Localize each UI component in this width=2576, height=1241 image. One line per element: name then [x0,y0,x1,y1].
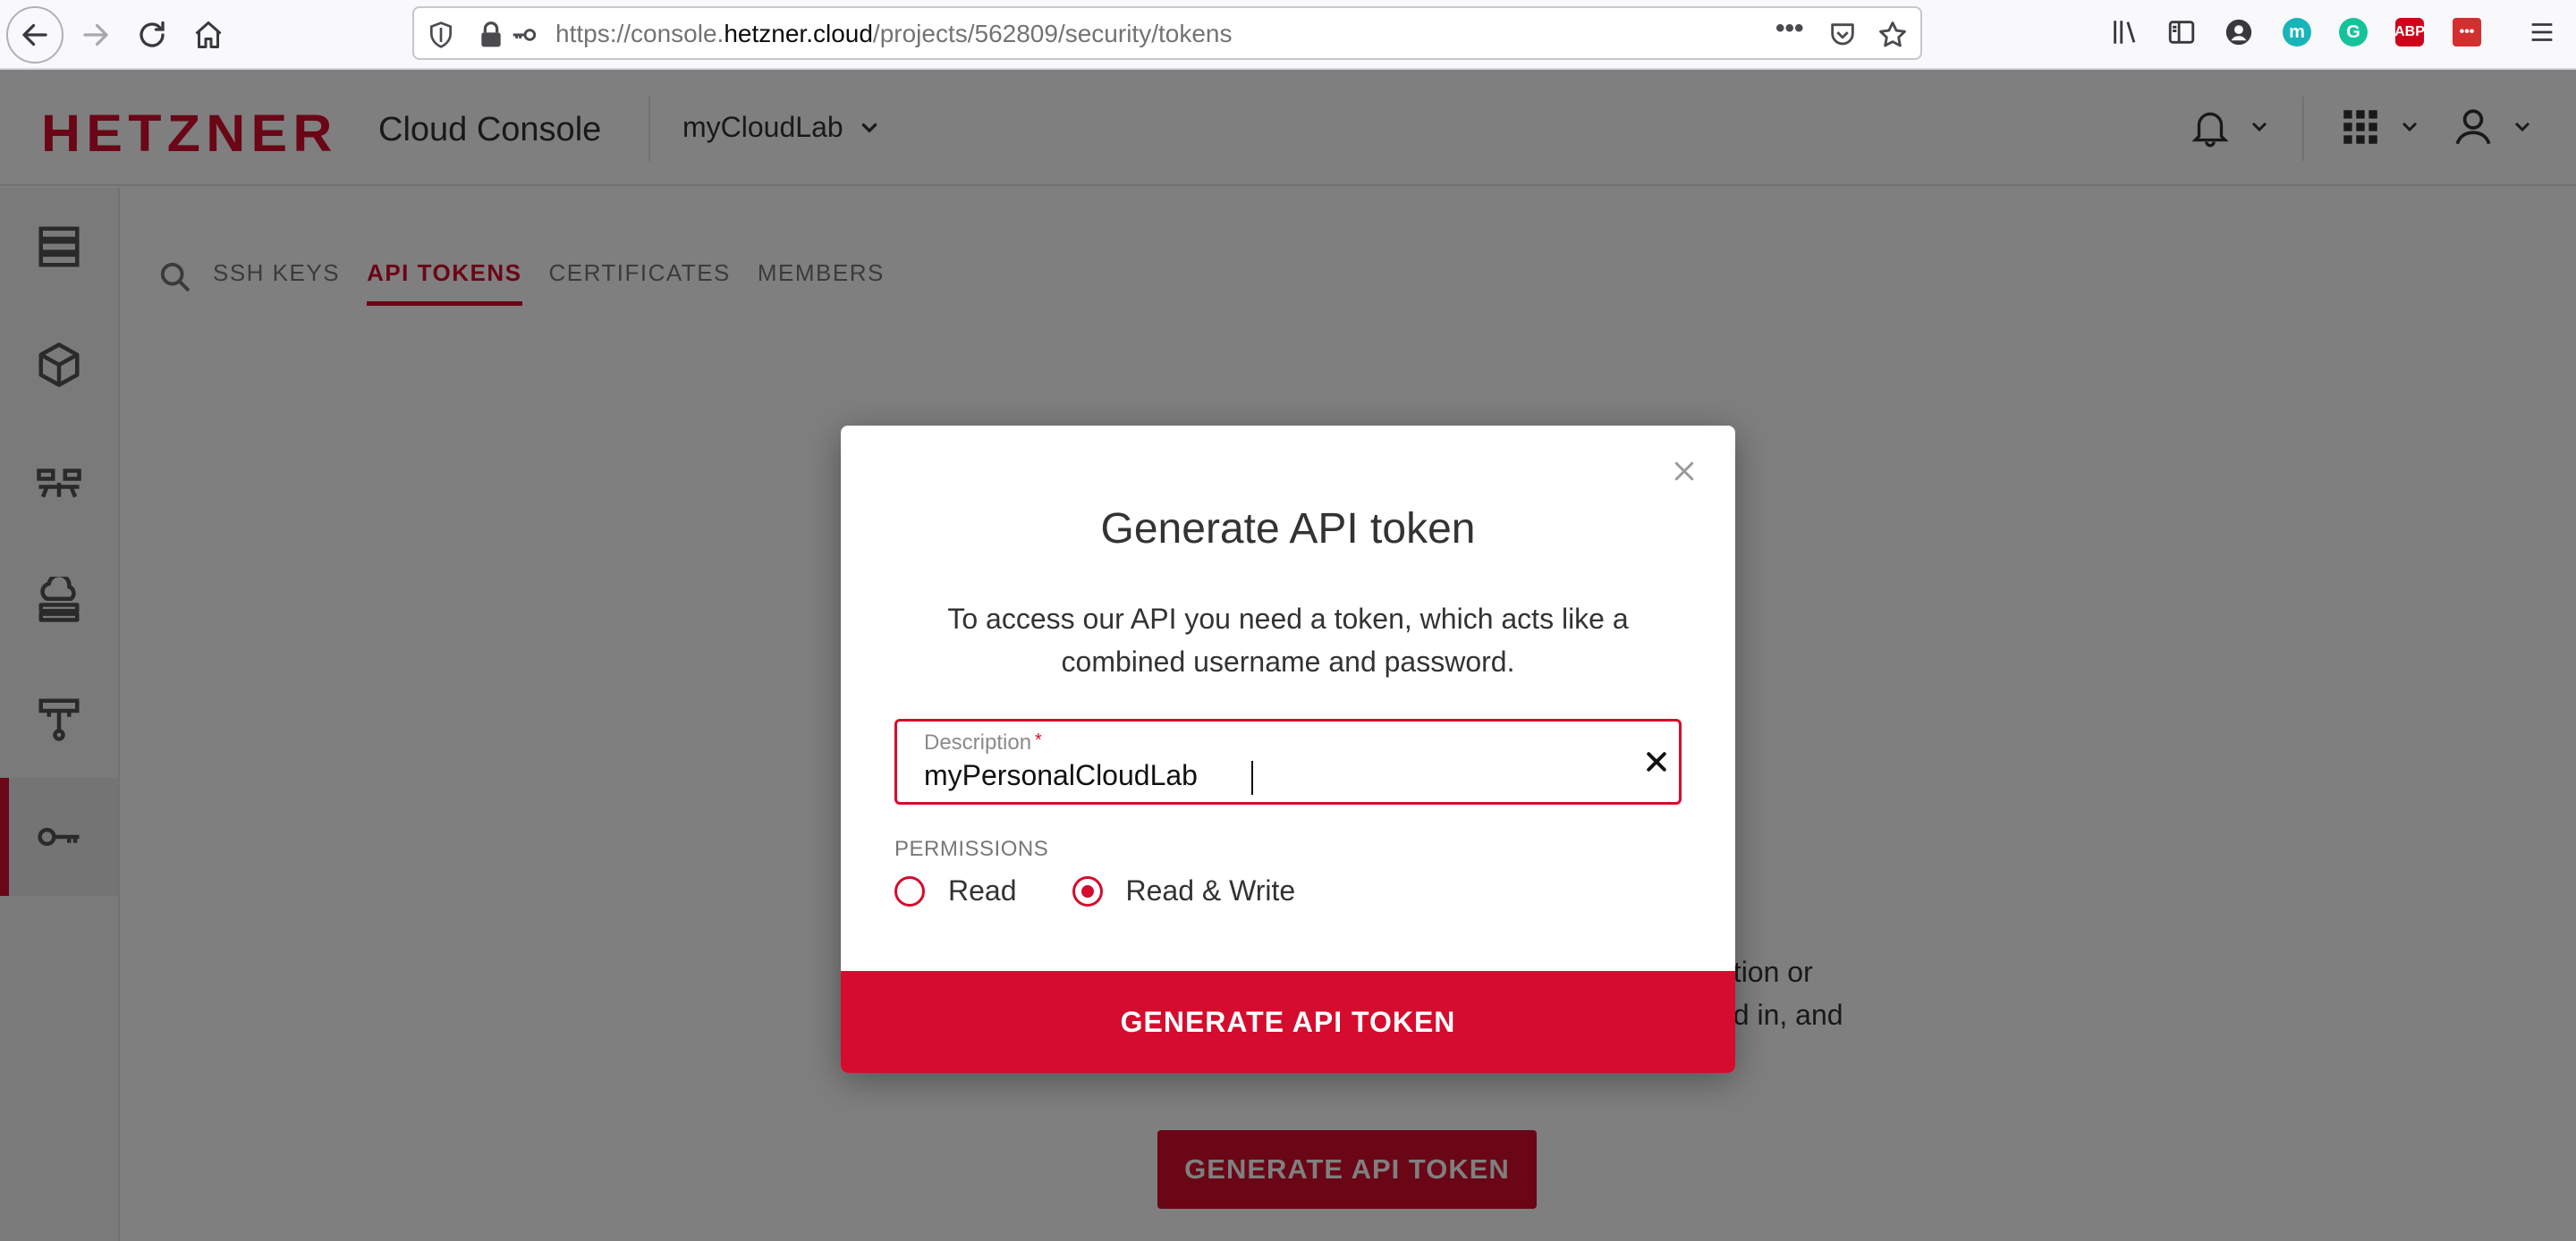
lastpass-icon[interactable]: ••• [2453,18,2481,46]
radio-read-write[interactable]: Read & Write [1072,874,1296,908]
grammarly-icon[interactable]: G [2339,18,2368,46]
radio-button[interactable] [1072,875,1103,907]
extension-m-icon[interactable]: m [2283,18,2311,46]
lock-icon[interactable] [477,21,505,49]
home-icon [195,21,222,48]
browser-toolbar: https://console.hetzner.cloud/projects/5… [0,0,2576,70]
library-icon[interactable] [2107,14,2143,50]
arrow-right-icon [83,23,108,46]
star-icon[interactable] [1877,20,1908,50]
generate-api-token-button[interactable]: GENERATE API TOKEN [841,971,1735,1073]
home-button[interactable] [180,6,237,63]
radio-button[interactable] [894,875,925,907]
clear-icon[interactable] [1643,748,1670,775]
account-icon[interactable] [2221,14,2257,50]
key-icon[interactable] [511,21,539,49]
url-text[interactable]: https://console.hetzner.cloud/projects/5… [555,20,1232,48]
reload-button[interactable] [123,6,181,63]
description-field[interactable]: Description * [894,719,1682,805]
menu-icon[interactable] [2524,14,2560,50]
reload-icon [140,21,165,47]
forward-button[interactable] [67,6,124,63]
permissions-radio-group: Read Read & Write [894,874,1351,908]
sidebar-toggle-icon[interactable] [2164,14,2199,50]
permissions-label: PERMISSIONS [894,837,1049,861]
modal-title: Generate API token [1100,505,1476,553]
page-actions-button[interactable]: ••• [1775,13,1806,44]
radio-label: Read & Write [1125,874,1296,907]
shield-icon[interactable] [427,21,455,49]
modal-description: To access our API you need a token, whic… [947,603,1629,678]
radio-label: Read [948,874,1017,907]
pocket-icon[interactable] [1827,20,1858,50]
description-input[interactable] [924,759,1622,792]
adblock-icon[interactable]: ABP [2394,18,2425,46]
radio-read[interactable]: Read [894,874,1017,908]
address-bar[interactable]: https://console.hetzner.cloud/projects/5… [412,6,1922,60]
description-label: Description * [924,730,1042,755]
close-icon[interactable] [1671,458,1698,485]
text-caret [1251,761,1253,795]
back-button[interactable] [6,6,64,63]
generate-token-modal: Generate API token To access our API you… [841,426,1735,1073]
arrow-left-icon [22,23,47,46]
